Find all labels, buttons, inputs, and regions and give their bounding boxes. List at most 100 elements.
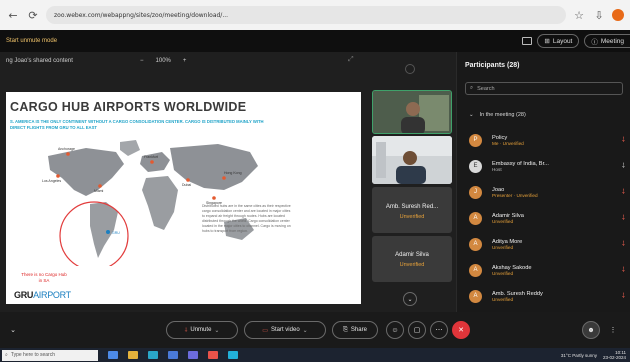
- zoom-in-button[interactable]: +: [183, 58, 187, 64]
- search-icon: ⌕: [5, 352, 8, 358]
- participant-info: Adamir Silva Unverified: [492, 213, 619, 224]
- video-tile-host[interactable]: [372, 136, 452, 184]
- meeting-info-button[interactable]: ⓘ Meeting: [584, 34, 630, 48]
- chrome-icon[interactable]: [208, 351, 218, 359]
- video-tile-adamir[interactable]: Adamir Silva Unverified: [372, 236, 452, 282]
- taskbar-search-input[interactable]: ⌕ Type here to search: [2, 349, 98, 361]
- participant-search-input[interactable]: ⌕ Search: [465, 82, 623, 95]
- more-options-button[interactable]: ⋯: [430, 321, 448, 339]
- meeting-title: Start unmute mode: [6, 38, 58, 44]
- record-indicator-icon: [405, 64, 415, 74]
- unmute-button[interactable]: ⸸ Unmute ⌄: [166, 321, 238, 339]
- participant-row[interactable]: E Embassy of India, Br... Host ⸸: [469, 156, 625, 176]
- search-placeholder: Search: [477, 85, 495, 92]
- window-icon[interactable]: [522, 37, 533, 45]
- layout-button[interactable]: ⊞ Layout: [537, 34, 580, 48]
- end-call-button[interactable]: ✕: [452, 321, 470, 339]
- muted-mic-icon: ⸸: [621, 293, 625, 300]
- start-video-button[interactable]: ▭ Start video ⌄: [244, 321, 326, 339]
- reload-icon[interactable]: ⟳: [26, 8, 40, 22]
- start-video-label: Start video: [270, 327, 300, 333]
- scroll-down-button[interactable]: ⌄: [403, 292, 417, 306]
- participant-status: Host: [492, 166, 502, 172]
- zoom-level: 100%: [155, 58, 171, 64]
- video-tile-presenter[interactable]: [372, 90, 452, 134]
- browser-toolbar: ← ⟳ zoo.webex.com/webappng/sites/zoo/mee…: [0, 0, 630, 30]
- participant-row[interactable]: J Joao Presenter · Unverified ⸸: [469, 182, 625, 202]
- participant-info: Policy Me · Unverified: [492, 135, 619, 146]
- participant-status: Me · Unverified: [492, 140, 524, 146]
- chevron-down-icon[interactable]: ⌄: [4, 321, 22, 339]
- participant-row[interactable]: A Adamir Silva Unverified ⸸: [469, 208, 625, 228]
- city-label: GRU: [112, 231, 120, 235]
- participant-status: Unverified: [492, 270, 514, 276]
- hub-marker: [150, 160, 154, 164]
- avatar: A: [469, 289, 482, 303]
- avatar: J: [469, 185, 482, 199]
- hub-marker: [56, 174, 60, 178]
- participants-title: Participants (28): [465, 62, 520, 69]
- in-meeting-section[interactable]: ⌄ In the meeting (28): [469, 112, 526, 118]
- reactions-button[interactable]: ☺: [386, 321, 404, 339]
- participant-info: Amb. Suresh Reddy Unverified: [492, 291, 619, 302]
- webex-icon[interactable]: [228, 351, 238, 359]
- unmute-label: Unmute: [190, 327, 212, 333]
- address-bar[interactable]: zoo.webex.com/webappng/sites/zoo/meeting…: [46, 6, 566, 24]
- participant-row[interactable]: A Akshay Sakode Unverified ⸸: [469, 260, 625, 280]
- video-off-icon: ▭: [262, 327, 268, 334]
- chat-button[interactable]: ⋮: [604, 321, 622, 339]
- participant-status: Unverified: [492, 244, 514, 250]
- muted-mic-icon: ⸸: [621, 215, 625, 222]
- taskbar-search-placeholder: Type here to search: [10, 352, 56, 358]
- clock-date: 23-02-2024: [602, 355, 626, 360]
- city-label: Anchorage: [58, 147, 75, 151]
- task-view-icon[interactable]: [108, 351, 118, 359]
- avatar: A: [469, 211, 482, 225]
- south-america-shape: [90, 202, 118, 258]
- zoom-out-button[interactable]: −: [140, 58, 144, 64]
- hub-marker: [66, 152, 70, 156]
- hub-marker: [98, 184, 102, 188]
- slide-legend: Distributed hubs are in the same cities …: [202, 204, 352, 234]
- share-icon: ⎘: [343, 326, 348, 333]
- download-icon[interactable]: ⇩: [592, 8, 606, 22]
- avatar: A: [469, 237, 482, 251]
- slide-title: CARGO HUB AIRPORTS WORLDWIDE: [10, 100, 247, 114]
- avatar: E: [469, 159, 482, 173]
- section-label: In the meeting (28): [479, 112, 526, 118]
- avatar: P: [469, 133, 482, 147]
- participant-row[interactable]: A Amb. Suresh Reddy Unverified ⸸: [469, 286, 625, 306]
- weather-status[interactable]: 31°C Partly sunny: [561, 353, 597, 358]
- video-tile-suresh[interactable]: Amb. Suresh Red... Unverified: [372, 187, 452, 233]
- muted-mic-icon: ⸸: [621, 137, 625, 144]
- star-icon[interactable]: ☆: [572, 8, 586, 22]
- share-button[interactable]: ⎘ Share: [332, 321, 378, 339]
- store-icon[interactable]: [188, 351, 198, 359]
- layout-grid-icon: ⊞: [544, 38, 550, 45]
- participant-info: Akshay Sakode Unverified: [492, 265, 619, 276]
- zoom-controls: − 100% +: [140, 58, 186, 64]
- participants-toggle-button[interactable]: ☻: [582, 321, 600, 339]
- participant-row[interactable]: P Policy Me · Unverified ⸸: [469, 130, 625, 150]
- expand-icon[interactable]: ⤢: [348, 56, 354, 64]
- tile-status: Unverified: [399, 214, 425, 220]
- chevron-down-icon: ⌄: [302, 327, 308, 334]
- hub-marker: [106, 230, 110, 234]
- participant-info: Joao Presenter · Unverified: [492, 187, 619, 198]
- hub-marker: [222, 176, 226, 180]
- arrow-left-icon[interactable]: ←: [6, 8, 20, 22]
- profile-avatar-icon[interactable]: [612, 9, 624, 21]
- presentation-slide: CARGO HUB AIRPORTS WORLDWIDE S. AMERICA …: [6, 92, 361, 304]
- mic-icon: ⸸: [621, 163, 625, 170]
- edge-icon[interactable]: [148, 351, 158, 359]
- africa-shape: [142, 176, 178, 230]
- mail-icon[interactable]: [168, 351, 178, 359]
- clock[interactable]: 10:11 23-02-2024: [603, 350, 626, 360]
- captions-button[interactable]: ▢: [408, 321, 426, 339]
- participants-panel: Participants (28) ⌕ Search ⌄ In the meet…: [456, 52, 630, 312]
- tile-name: Adamir Silva: [395, 252, 429, 258]
- participant-row[interactable]: A Aditya More Unverified ⸸: [469, 234, 625, 254]
- shared-content-label: ng Joao's shared content: [6, 58, 73, 64]
- layout-label: Layout: [552, 37, 573, 45]
- explorer-icon[interactable]: [128, 351, 138, 359]
